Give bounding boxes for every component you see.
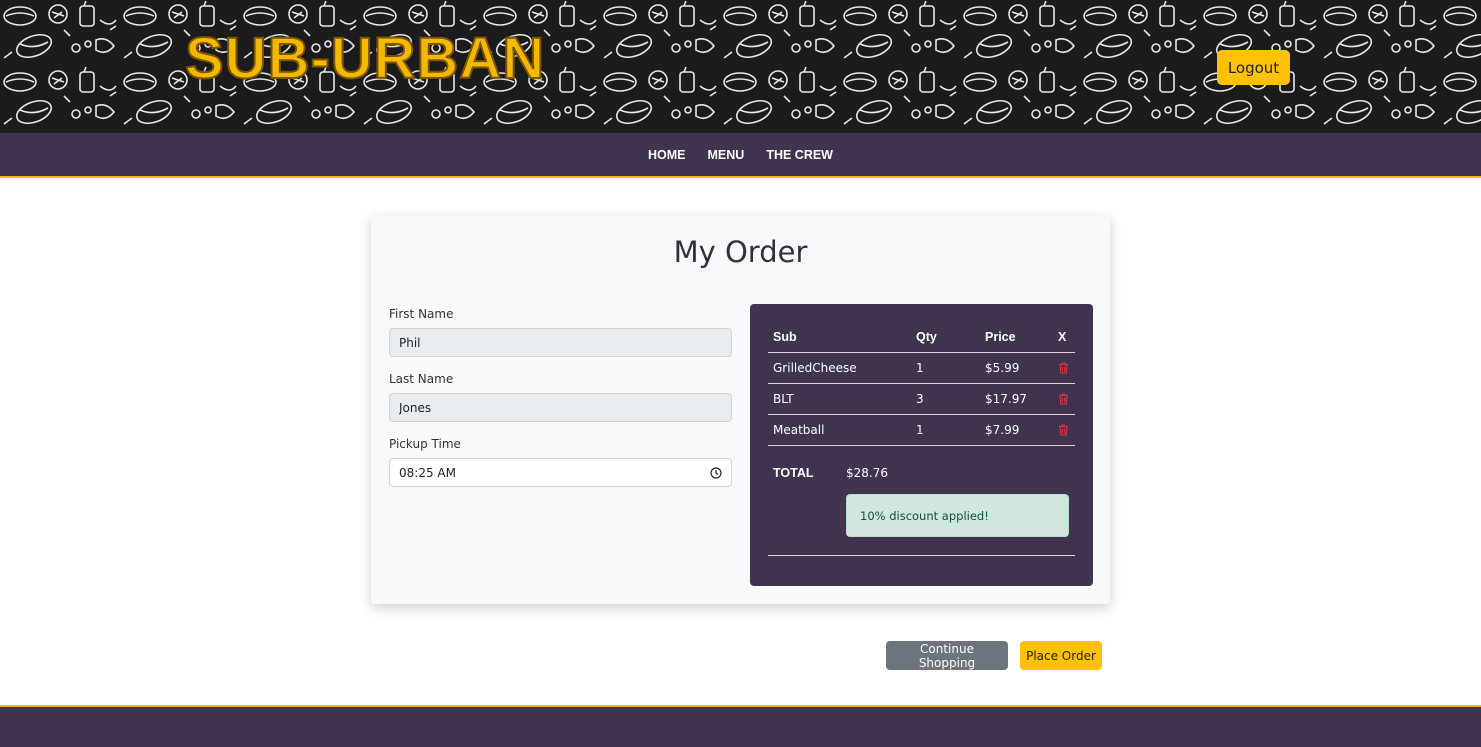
col-remove: X: [1053, 322, 1075, 353]
main-nav: HOME MENU THE CREW: [0, 133, 1481, 178]
row-remove-cell: [1053, 352, 1075, 384]
table-row: Meatball 1 $7.99: [768, 414, 1075, 446]
row-price: $7.99: [980, 414, 1053, 446]
continue-shopping-button[interactable]: Continue Shopping: [886, 641, 1008, 670]
discount-alert: 10% discount applied!: [846, 494, 1069, 537]
row-remove-cell: [1053, 414, 1075, 446]
last-name-field[interactable]: [389, 393, 732, 422]
row-qty: 1: [911, 414, 980, 446]
nav-home[interactable]: HOME: [648, 148, 686, 162]
order-card: My Order First Name Last Name Pickup Tim…: [371, 215, 1110, 604]
row-qty: 1: [911, 352, 980, 384]
pickup-time-value: 08:25 AM: [399, 465, 456, 480]
clock-icon[interactable]: [710, 466, 722, 479]
table-row: BLT 3 $17.97: [768, 383, 1075, 415]
nav-menu[interactable]: MENU: [708, 148, 745, 162]
pickup-time-input[interactable]: 08:25 AM: [389, 458, 732, 487]
order-summary-panel: Sub Qty Price X GrilledCheese 1 $5.99 BL…: [750, 304, 1093, 586]
nav-the-crew[interactable]: THE CREW: [766, 148, 833, 162]
row-price: $5.99: [980, 352, 1053, 384]
trash-icon[interactable]: [1058, 424, 1069, 436]
row-sub: Meatball: [768, 414, 911, 446]
col-qty: Qty: [911, 322, 980, 353]
place-order-button[interactable]: Place Order: [1020, 641, 1102, 670]
brand-logo[interactable]: SUB-URBAN: [184, 29, 545, 89]
logout-button[interactable]: Logout: [1217, 50, 1290, 85]
page-title: My Order: [673, 235, 808, 269]
row-qty: 3: [911, 383, 980, 415]
first-name-field[interactable]: [389, 328, 732, 357]
row-sub: GrilledCheese: [768, 352, 911, 384]
last-name-label: Last Name: [389, 372, 454, 386]
row-remove-cell: [1053, 383, 1075, 415]
row-price: $17.97: [980, 383, 1053, 415]
pickup-time-label: Pickup Time: [389, 437, 461, 451]
row-sub: BLT: [768, 383, 911, 415]
order-table: Sub Qty Price X GrilledCheese 1 $5.99 BL…: [768, 322, 1075, 446]
header-banner: SUB-URBAN Logout: [0, 0, 1481, 133]
trash-icon[interactable]: [1058, 393, 1069, 405]
col-sub: Sub: [768, 322, 911, 353]
col-price: Price: [980, 322, 1053, 353]
footer: [0, 705, 1481, 747]
trash-icon[interactable]: [1058, 362, 1069, 374]
panel-divider: [768, 555, 1075, 556]
first-name-label: First Name: [389, 307, 454, 321]
table-header-row: Sub Qty Price X: [768, 322, 1075, 353]
total-value: $28.76: [846, 466, 888, 480]
table-row: GrilledCheese 1 $5.99: [768, 352, 1075, 384]
total-label: TOTAL: [773, 466, 814, 480]
